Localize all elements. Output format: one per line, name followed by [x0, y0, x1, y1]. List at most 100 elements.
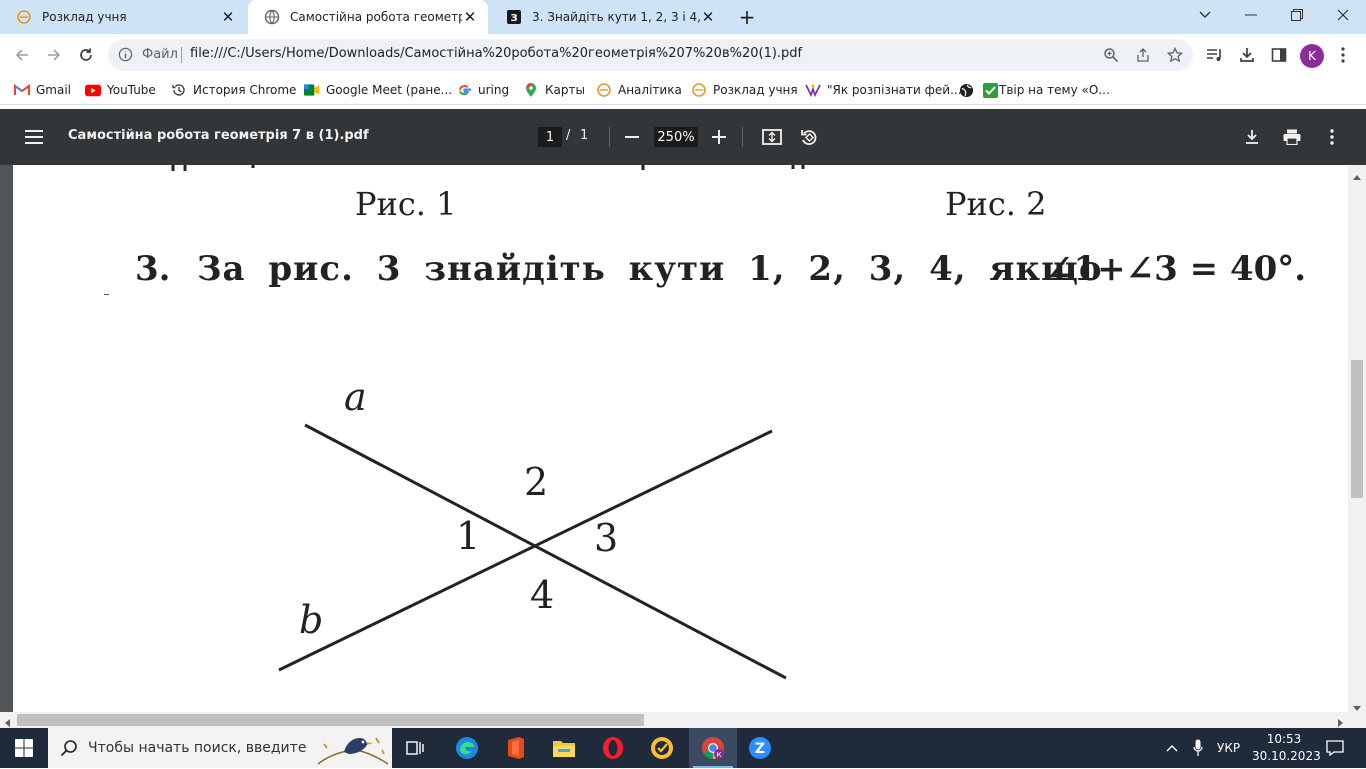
- bookmark-label: Розклад учня: [713, 83, 798, 97]
- chrome-active-task[interactable]: К: [689, 728, 737, 768]
- close-icon[interactable]: ✕: [462, 8, 478, 26]
- hamburger-menu-icon[interactable]: [22, 125, 46, 149]
- horizontal-scrollbar[interactable]: [0, 712, 1366, 728]
- zoom-level-input[interactable]: 250%: [654, 127, 698, 147]
- line-a-label: a: [344, 375, 367, 419]
- zoom-icon[interactable]: [1102, 46, 1120, 64]
- info-icon[interactable]: [118, 47, 133, 65]
- pdf-toolbar: Самостійна робота геометрія 7 в (1).pdf …: [0, 109, 1366, 165]
- close-window-button[interactable]: [1320, 0, 1366, 30]
- print-icon[interactable]: [1280, 125, 1304, 149]
- media-controls-icon[interactable]: [1204, 44, 1226, 66]
- reload-button[interactable]: [73, 42, 99, 68]
- pdf-more-icon[interactable]: [1320, 125, 1344, 149]
- kebab-menu-icon[interactable]: [1332, 44, 1354, 66]
- restore-button[interactable]: [1274, 0, 1320, 30]
- bookmark-analitika[interactable]: Аналітика: [596, 80, 682, 100]
- pdf-viewer[interactable]: Рис. 1 Рис. 2 3. За рис. 3 знайдіть кути…: [0, 165, 1366, 712]
- bookmark-label: YouTube: [107, 83, 156, 97]
- school-logo-icon: [691, 82, 707, 98]
- forward-button[interactable]: [41, 42, 67, 68]
- bookmark-label: Аналітика: [618, 83, 682, 97]
- windows-start-icon[interactable]: [7, 734, 41, 762]
- browser-toolbar: Файл file:///C:/Users/Home/Downloads/Сам…: [0, 34, 1366, 76]
- school-logo-icon: [16, 9, 32, 25]
- bookmark-tvir[interactable]: Твір на тему «О...: [982, 80, 1110, 100]
- address-divider: [181, 47, 182, 63]
- url-text[interactable]: file:///C:/Users/Home/Downloads/Самостій…: [190, 46, 802, 61]
- site-icon: [805, 82, 821, 98]
- taskbar-search-box[interactable]: Чтобы начать поиск, введите: [48, 728, 392, 768]
- minimize-button[interactable]: [1228, 0, 1274, 30]
- tab-znanija[interactable]: З 3. Знайдіть кути 1, 2, 3 і 4, якщо ✕: [490, 0, 726, 34]
- new-tab-button[interactable]: +: [734, 5, 760, 29]
- zoom-in-button[interactable]: [707, 125, 731, 149]
- history-icon: [171, 82, 187, 98]
- figure-2-caption: Рис. 2: [945, 185, 1047, 223]
- notifications-icon[interactable]: [1318, 734, 1352, 762]
- clock-date[interactable]: 30.10.2023: [1252, 749, 1321, 763]
- address-bar[interactable]: Файл file:///C:/Users/Home/Downloads/Сам…: [108, 39, 1193, 71]
- language-indicator[interactable]: УКР: [1217, 741, 1240, 755]
- file-explorer-icon[interactable]: [547, 734, 581, 762]
- page-separator: /: [566, 128, 571, 143]
- angle-2-label: 2: [524, 460, 549, 504]
- share-icon[interactable]: [1134, 46, 1152, 64]
- problem-formula: ∠1+∠3 = 40°.: [1045, 249, 1307, 289]
- rotate-icon[interactable]: [797, 125, 821, 149]
- task-view-icon[interactable]: [399, 734, 433, 762]
- close-icon[interactable]: ✕: [700, 8, 716, 26]
- pdf-title: Самостійна робота геометрія 7 в (1).pdf: [68, 128, 369, 143]
- tab-pdf[interactable]: Самостійна робота геометрія 7 ✕: [248, 0, 488, 34]
- tab-search-icon[interactable]: [1182, 0, 1228, 30]
- bookmark-maps[interactable]: Карты: [523, 80, 585, 100]
- znanija-icon: З: [506, 9, 522, 25]
- tab-title: Розклад учня: [42, 10, 127, 24]
- zoom-out-button[interactable]: [620, 125, 644, 149]
- scroll-up-arrow-icon[interactable]: [1353, 169, 1361, 183]
- fit-page-icon[interactable]: [760, 125, 784, 149]
- bookmark-label: Твір на тему «О...: [999, 83, 1110, 97]
- search-placeholder: Чтобы начать поиск, введите: [88, 740, 307, 756]
- office-icon[interactable]: [499, 734, 533, 762]
- back-button[interactable]: [9, 42, 35, 68]
- angle-1-label: 1: [456, 514, 481, 558]
- page-number-input[interactable]: 1: [538, 127, 562, 147]
- profile-avatar[interactable]: K: [1300, 44, 1324, 68]
- clock-time[interactable]: 10:53: [1252, 732, 1316, 746]
- bookmark-label: История Chrome: [193, 83, 297, 97]
- gmail-icon: [14, 82, 30, 98]
- bookmark-uring[interactable]: uring: [456, 80, 509, 100]
- tray-chevron-up-icon[interactable]: [1160, 734, 1184, 762]
- zoom-app-icon[interactable]: Z: [743, 734, 777, 762]
- vertical-scroll-thumb[interactable]: [1351, 360, 1363, 498]
- bookmark-history[interactable]: История Chrome: [171, 80, 296, 100]
- google-icon: [456, 82, 472, 98]
- bookmark-world[interactable]: [958, 80, 980, 100]
- bookmark-fake-news[interactable]: "Як розпізнати фей...: [805, 80, 962, 100]
- tab-rozklad[interactable]: Розклад учня ✕: [0, 0, 246, 34]
- vertical-scrollbar[interactable]: [1348, 165, 1366, 712]
- bookmark-gmail[interactable]: Gmail: [14, 80, 71, 100]
- edge-icon[interactable]: [450, 734, 484, 762]
- pdf-download-icon[interactable]: [1240, 125, 1264, 149]
- bookmark-star-icon[interactable]: [1166, 46, 1184, 64]
- bookmark-youtube[interactable]: YouTube: [85, 80, 156, 100]
- horizontal-scroll-thumb[interactable]: [17, 714, 644, 726]
- line-b-label: b: [299, 598, 324, 642]
- opera-icon[interactable]: [596, 734, 630, 762]
- bookmark-rozklad[interactable]: Розклад учня: [691, 80, 798, 100]
- bookmarks-bar: Gmail YouTube История Chrome Google Meet…: [0, 76, 1366, 105]
- bookmark-label: Gmail: [36, 83, 72, 97]
- bookmark-meet[interactable]: Google Meet (ране...: [304, 80, 452, 100]
- tab-strip: Розклад учня ✕ Самостійна робота геометр…: [0, 0, 1366, 34]
- microphone-icon[interactable]: [1186, 734, 1210, 762]
- problem-number: 3.: [135, 249, 171, 289]
- tab-title: 3. Знайдіть кути 1, 2, 3 і 4, якщо: [532, 10, 700, 24]
- file-scheme-label: Файл: [142, 47, 178, 62]
- download-icon[interactable]: [1236, 44, 1258, 66]
- close-icon[interactable]: ✕: [220, 8, 236, 26]
- norton-icon[interactable]: [645, 734, 679, 762]
- tab-title: Самостійна робота геометрія 7: [290, 10, 462, 24]
- side-panel-icon[interactable]: [1268, 44, 1290, 66]
